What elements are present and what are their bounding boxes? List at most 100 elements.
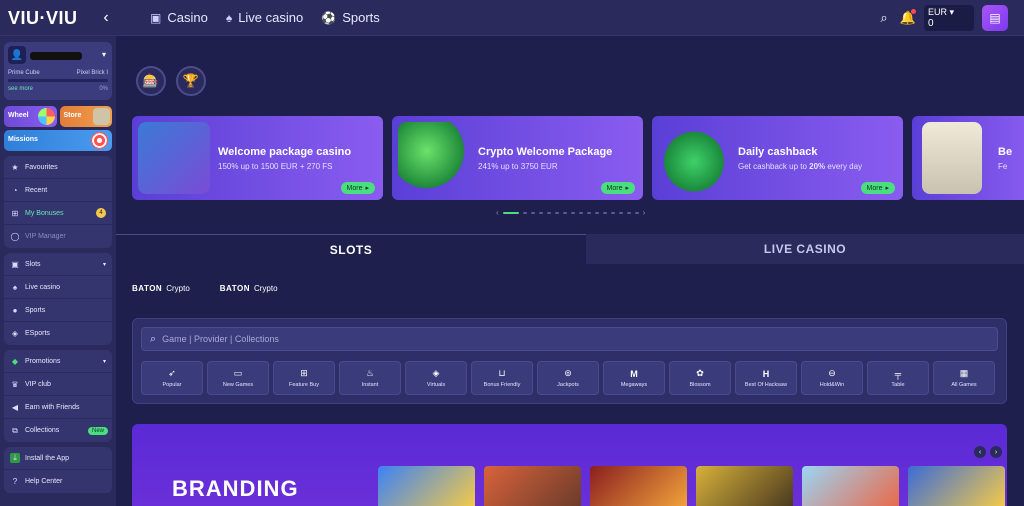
- tab-live-casino[interactable]: LIVE CASINO: [586, 234, 1024, 264]
- wheel-tile[interactable]: Wheel: [4, 106, 57, 127]
- carousel-dot[interactable]: [562, 211, 567, 214]
- category-instant[interactable]: ♨ Instant: [339, 361, 401, 395]
- carousel-dot[interactable]: [610, 211, 615, 214]
- banner-partial[interactable]: Be Fe: [912, 116, 1024, 200]
- carousel-dot[interactable]: [530, 211, 535, 214]
- chevron-right-icon[interactable]: ›: [990, 446, 1002, 458]
- category-label: Virtuals: [426, 382, 446, 388]
- missions-tile[interactable]: Missions: [4, 130, 112, 151]
- new-icon: ▭: [233, 368, 243, 378]
- chevron-down-icon[interactable]: ▾: [103, 261, 106, 268]
- menu-group-games: ▣ Slots ▾ ♠ Live casino ● Sports ◈ ESports: [4, 253, 112, 345]
- carousel-dot[interactable]: [602, 211, 607, 214]
- top-nav-live-casino[interactable]: ♠ Live casino: [226, 10, 303, 25]
- sidebar-item-my-bonuses[interactable]: ⊞ My Bonuses 4: [4, 202, 112, 225]
- carousel-dot[interactable]: [618, 211, 623, 214]
- sidebar-item-sports[interactable]: ● Sports: [4, 299, 112, 322]
- chevron-down-icon[interactable]: ▾: [103, 358, 106, 365]
- top-nav-sports[interactable]: ⚽ Sports: [321, 10, 380, 25]
- carousel-dot[interactable]: [594, 211, 599, 214]
- category-best-of-hacksaw[interactable]: H Best Of Hacksaw: [735, 361, 797, 395]
- sidebar-item-earn-with-friends[interactable]: ◀ Earn with Friends: [4, 396, 112, 419]
- top-nav-label: Casino: [167, 10, 208, 25]
- carousel-dot[interactable]: [634, 211, 639, 214]
- chevron-right-icon[interactable]: ›: [643, 208, 646, 217]
- bell-icon[interactable]: 🔔: [900, 9, 916, 26]
- see-more-link[interactable]: see more: [8, 86, 33, 92]
- sidebar-item-install-app[interactable]: ⤓ Install the App: [4, 447, 112, 470]
- top-nav-label: Sports: [342, 10, 380, 25]
- category-popular[interactable]: ➶ Popular: [141, 361, 203, 395]
- category-blossom[interactable]: ✿ Blossom: [669, 361, 731, 395]
- banner-welcome-casino[interactable]: Welcome package casino 150% up to 1500 E…: [132, 116, 383, 200]
- avatar[interactable]: 👤: [8, 46, 26, 64]
- sidebar-item-vip-club[interactable]: ♛ VIP club: [4, 373, 112, 396]
- wallet-icon[interactable]: ▤: [982, 5, 1008, 31]
- category-all-games[interactable]: ▦ All Games: [933, 361, 995, 395]
- sidebar-item-live-casino[interactable]: ♠ Live casino: [4, 276, 112, 299]
- more-button[interactable]: More ▸: [860, 182, 895, 194]
- carousel-dot[interactable]: [586, 211, 591, 214]
- sidebar-item-help-center[interactable]: ? Help Center: [4, 470, 112, 493]
- sidebar-item-promotions[interactable]: ◆ Promotions ▾: [4, 350, 112, 373]
- search-icon[interactable]: ⌕: [876, 10, 892, 26]
- game-thumbnail[interactable]: [696, 466, 793, 506]
- carousel-dot[interactable]: [570, 211, 575, 214]
- slot-machine-icon[interactable]: 🎰: [136, 66, 166, 96]
- game-thumbnail[interactable]: [802, 466, 899, 506]
- category-jackpots[interactable]: ⊚ Jackpots: [537, 361, 599, 395]
- banner-crypto-welcome[interactable]: Crypto Welcome Package 241% up to 3750 E…: [392, 116, 643, 200]
- tab-slots[interactable]: SLOTS: [116, 234, 586, 264]
- more-button[interactable]: More ▸: [340, 182, 375, 194]
- sidebar-item-label: Recent: [25, 186, 48, 194]
- notification-dot: [911, 9, 916, 14]
- rocket-icon: ➶: [168, 368, 176, 378]
- sidebar: 👤 ▾ Prime Cube Pixel Brick I see more 0%…: [0, 36, 116, 506]
- game-thumbnail[interactable]: [484, 466, 581, 506]
- search-panel: ⌕ ➶ Popular ▭ New Games ⊞ Feature Buy ♨ Inst…: [132, 318, 1007, 404]
- category-virtuals[interactable]: ◈ Virtuals: [405, 361, 467, 395]
- sidebar-item-collections[interactable]: ⧉ Collections New: [4, 419, 112, 442]
- trophy-icon[interactable]: 🏆: [176, 66, 206, 96]
- game-thumbnail[interactable]: [908, 466, 1005, 506]
- sidebar-item-slots[interactable]: ▣ Slots ▾: [4, 253, 112, 276]
- main-content: 🎰 🏆 Welcome package casino 150% up to 15…: [116, 36, 1024, 506]
- chevron-left-icon[interactable]: ‹: [496, 208, 499, 217]
- progress-percent: 0%: [99, 86, 108, 92]
- top-nav-casino[interactable]: ▣ Casino: [150, 10, 208, 25]
- carousel-dot[interactable]: [538, 211, 543, 214]
- sidebar-item-favourites[interactable]: ★ Favourites: [4, 156, 112, 179]
- sidebar-item-vip-manager[interactable]: ◯ VIP Manager: [4, 225, 112, 248]
- chevron-left-icon[interactable]: ‹: [96, 6, 116, 30]
- carousel-dot[interactable]: [522, 211, 527, 214]
- sponsor-item[interactable]: BATON Crypto: [132, 284, 190, 293]
- site-logo[interactable]: VIU·VIU: [8, 8, 78, 29]
- more-button[interactable]: More ▸: [600, 182, 635, 194]
- carousel-dot[interactable]: [502, 211, 519, 214]
- sidebar-item-label: Earn with Friends: [25, 403, 80, 411]
- carousel-dot[interactable]: [578, 211, 583, 214]
- search-box[interactable]: ⌕: [141, 327, 998, 351]
- game-thumbnail[interactable]: [378, 466, 475, 506]
- store-tile[interactable]: Store: [59, 106, 112, 127]
- banner-daily-cashback[interactable]: Daily cashback Get cashback up to 20% ev…: [652, 116, 903, 200]
- carousel-dot[interactable]: [626, 211, 631, 214]
- chevron-down-icon[interactable]: ▾: [102, 50, 106, 59]
- category-bonus-friendly[interactable]: ⊔ Bonus Friendly: [471, 361, 533, 395]
- sidebar-item-recent[interactable]: ◔ Recent: [4, 179, 112, 202]
- category-megaways[interactable]: M Megaways: [603, 361, 665, 395]
- category-table[interactable]: ╤ Table: [867, 361, 929, 395]
- carousel-dot[interactable]: [546, 211, 551, 214]
- game-thumbnail[interactable]: [590, 466, 687, 506]
- category-new-games[interactable]: ▭ New Games: [207, 361, 269, 395]
- category-hold-win[interactable]: ⊖ Hold&Win: [801, 361, 863, 395]
- sponsor-item[interactable]: BATON Crypto: [220, 284, 278, 293]
- sponsor-row: BATON Crypto BATON Crypto: [132, 284, 278, 293]
- profile-card[interactable]: 👤 ▾ Prime Cube Pixel Brick I see more 0%: [4, 42, 112, 100]
- chevron-left-icon[interactable]: ‹: [974, 446, 986, 458]
- wallet-balance[interactable]: EUR ▾ 0: [924, 5, 974, 31]
- search-input[interactable]: [162, 334, 989, 344]
- category-feature-buy[interactable]: ⊞ Feature Buy: [273, 361, 335, 395]
- sidebar-item-esports[interactable]: ◈ ESports: [4, 322, 112, 345]
- carousel-dot[interactable]: [554, 211, 559, 214]
